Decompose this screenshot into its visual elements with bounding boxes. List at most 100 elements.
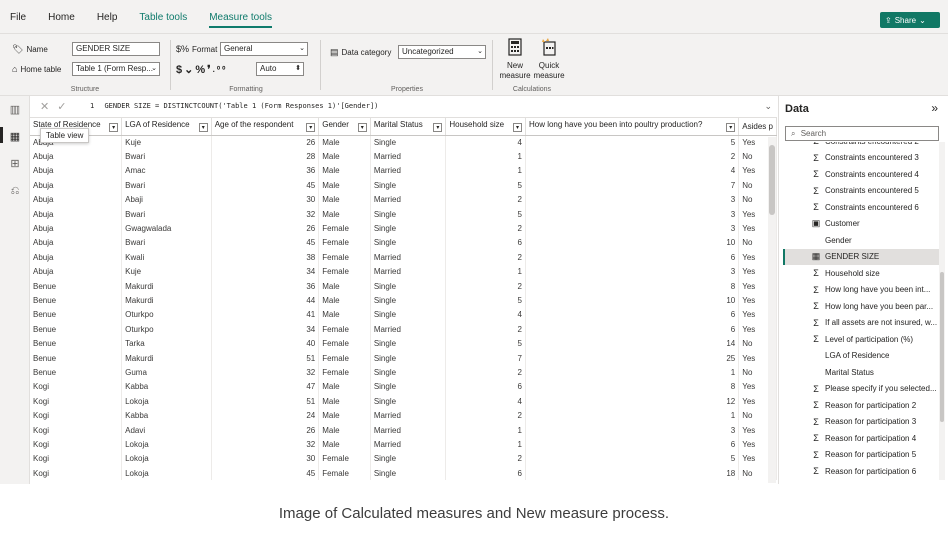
- table-cell[interactable]: 5: [525, 135, 740, 150]
- field-item[interactable]: Σ Level of participation (%): [783, 331, 939, 347]
- table-cell[interactable]: 7: [525, 178, 740, 193]
- column-header[interactable]: Marital Status ▾: [370, 118, 447, 136]
- format-select[interactable]: General ⌄: [220, 42, 308, 56]
- column-header[interactable]: Asides p: [738, 118, 777, 136]
- table-cell[interactable]: Male: [318, 163, 371, 179]
- table-cell[interactable]: 3: [525, 221, 740, 236]
- table-cell[interactable]: Benue: [30, 307, 123, 323]
- formula-input[interactable]: 1 GENDER SIZE = DISTINCTCOUNT('Table 1 (…: [90, 102, 378, 110]
- report-view-icon[interactable]: ▥: [7, 102, 23, 118]
- field-item[interactable]: Σ If all assets are not insured, w...: [783, 315, 939, 331]
- table-cell[interactable]: Married: [370, 149, 447, 164]
- table-cell[interactable]: Kabba: [121, 379, 212, 395]
- table-cell[interactable]: 1: [445, 264, 526, 279]
- table-cell[interactable]: Single: [370, 451, 447, 466]
- field-item[interactable]: Σ Constraints encountered 5: [783, 183, 939, 199]
- table-cell[interactable]: 26: [211, 221, 320, 236]
- dax-query-view-icon[interactable]: ⎌: [7, 183, 23, 199]
- table-cell[interactable]: Guma: [121, 365, 212, 380]
- table-cell[interactable]: 36: [211, 163, 320, 179]
- table-cell[interactable]: Male: [318, 379, 371, 395]
- table-cell[interactable]: Gwagwalada: [121, 221, 212, 236]
- field-item[interactable]: Σ Constraints encountered 6: [783, 199, 939, 215]
- table-cell[interactable]: Lokoja: [121, 437, 212, 452]
- table-cell[interactable]: 26: [211, 135, 320, 150]
- currency-icon[interactable]: $⌄: [176, 63, 195, 76]
- field-item[interactable]: Σ Reason for participation 6: [783, 463, 939, 479]
- table-cell[interactable]: Single: [370, 365, 447, 380]
- table-cell[interactable]: 44: [211, 293, 320, 308]
- table-cell[interactable]: Makurdi: [121, 350, 212, 366]
- table-cell[interactable]: Married: [370, 250, 447, 265]
- table-cell[interactable]: 1: [445, 163, 526, 179]
- table-cell[interactable]: Male: [318, 278, 371, 294]
- table-cell[interactable]: 3: [525, 192, 740, 207]
- table-cell[interactable]: Single: [370, 350, 447, 366]
- field-item[interactable]: Σ How long have you been int...: [783, 282, 939, 298]
- table-cell[interactable]: Male: [318, 307, 371, 323]
- table-cell[interactable]: 4: [445, 307, 526, 323]
- table-cell[interactable]: 6: [445, 465, 526, 481]
- table-cell[interactable]: Female: [318, 336, 371, 351]
- table-cell[interactable]: Tarka: [121, 336, 212, 351]
- table-cell[interactable]: 2: [445, 365, 526, 380]
- table-cell[interactable]: Female: [318, 250, 371, 265]
- table-cell[interactable]: Male: [318, 408, 371, 423]
- table-scrollbar[interactable]: [768, 137, 776, 483]
- table-cell[interactable]: Male: [318, 178, 371, 193]
- table-cell[interactable]: Kogi: [30, 437, 123, 452]
- data-category-select[interactable]: Uncategorized ⌄: [398, 45, 486, 59]
- table-cell[interactable]: Kogi: [30, 379, 123, 395]
- table-cell[interactable]: 14: [525, 336, 740, 351]
- model-view-icon[interactable]: ⊞: [7, 156, 23, 172]
- column-header[interactable]: LGA of Residence ▾: [121, 118, 212, 136]
- table-cell[interactable]: Male: [318, 293, 371, 308]
- table-cell[interactable]: Kogi: [30, 394, 123, 409]
- table-cell[interactable]: Bwari: [121, 178, 212, 193]
- table-cell[interactable]: 6: [525, 250, 740, 265]
- table-cell[interactable]: 1: [445, 149, 526, 164]
- menu-file[interactable]: File: [10, 12, 26, 28]
- table-cell[interactable]: Single: [370, 394, 447, 409]
- table-cell[interactable]: 30: [211, 192, 320, 207]
- table-cell[interactable]: 10: [525, 293, 740, 308]
- table-cell[interactable]: Benue: [30, 336, 123, 351]
- table-cell[interactable]: Male: [318, 135, 371, 150]
- table-cell[interactable]: Abuja: [30, 235, 123, 251]
- new-measure-button[interactable]: New measure: [498, 38, 532, 81]
- name-input[interactable]: GENDER SIZE: [72, 42, 160, 56]
- filter-icon[interactable]: ▾: [306, 123, 316, 133]
- field-item[interactable]: ΣConstraints encountered 2: [783, 142, 939, 149]
- table-cell[interactable]: Single: [370, 465, 447, 481]
- table-cell[interactable]: 3: [525, 206, 740, 222]
- table-cell[interactable]: Kogi: [30, 422, 123, 438]
- table-cell[interactable]: 2: [445, 451, 526, 466]
- table-cell[interactable]: 2: [445, 278, 526, 294]
- filter-icon[interactable]: ▾: [433, 123, 443, 133]
- table-cell[interactable]: Single: [370, 307, 447, 323]
- field-item[interactable]: Σ How long have you been par...: [783, 298, 939, 314]
- table-cell[interactable]: Single: [370, 221, 447, 236]
- table-cell[interactable]: Lokoja: [121, 451, 212, 466]
- table-cell[interactable]: 41: [211, 307, 320, 323]
- table-cell[interactable]: 28: [211, 149, 320, 164]
- table-cell[interactable]: Abuja: [30, 163, 123, 179]
- table-cell[interactable]: 6: [525, 437, 740, 452]
- field-item[interactable]: Σ Constraints encountered 3: [783, 150, 939, 166]
- table-cell[interactable]: Abuja: [30, 192, 123, 207]
- table-cell[interactable]: 5: [445, 178, 526, 193]
- table-cell[interactable]: Benue: [30, 365, 123, 380]
- table-cell[interactable]: 4: [445, 394, 526, 409]
- filter-icon[interactable]: ▾: [109, 123, 119, 133]
- table-cell[interactable]: Benue: [30, 322, 123, 337]
- table-cell[interactable]: 5: [445, 293, 526, 308]
- table-cell[interactable]: 34: [211, 264, 320, 279]
- field-list-scrollbar[interactable]: [939, 142, 945, 480]
- table-cell[interactable]: Abuja: [30, 149, 123, 164]
- commit-icon[interactable]: ✓: [57, 101, 74, 113]
- table-cell[interactable]: Married: [370, 408, 447, 423]
- table-cell[interactable]: Single: [370, 235, 447, 251]
- table-cell[interactable]: 5: [525, 451, 740, 466]
- table-cell[interactable]: Female: [318, 451, 371, 466]
- table-cell[interactable]: 2: [445, 408, 526, 423]
